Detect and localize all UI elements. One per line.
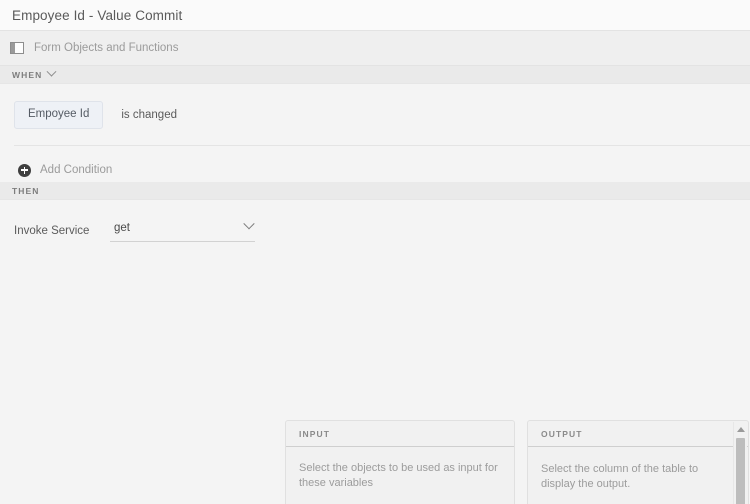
then-section-header: THEN bbox=[0, 182, 750, 200]
output-panel-scroll-area: Select the column of the table to displa… bbox=[528, 448, 733, 504]
invoke-service-value: get bbox=[114, 222, 130, 234]
when-operator-text: is changed bbox=[121, 109, 177, 121]
input-panel: INPUT Select the objects to be used as i… bbox=[285, 420, 515, 504]
then-section-body: Invoke Service get INPUT Select the obje… bbox=[0, 200, 750, 496]
when-label: WHEN bbox=[12, 70, 42, 80]
input-panel-body: Select the objects to be used as input f… bbox=[286, 447, 514, 504]
then-label: THEN bbox=[12, 186, 40, 196]
scrollbar-thumb[interactable] bbox=[736, 438, 745, 504]
output-panel-title: OUTPUT bbox=[541, 429, 583, 439]
scroll-up-arrow[interactable] bbox=[734, 422, 747, 436]
output-panel-body: Select the column of the table to displa… bbox=[528, 448, 733, 504]
chevron-down-icon bbox=[243, 218, 254, 229]
output-panel-scrollbar[interactable] bbox=[733, 422, 747, 504]
form-objects-and-functions-label[interactable]: Form Objects and Functions bbox=[34, 42, 178, 54]
input-panel-header: INPUT bbox=[286, 421, 514, 447]
invoke-service-label: Invoke Service bbox=[14, 222, 110, 237]
when-section-header[interactable]: WHEN bbox=[0, 66, 750, 84]
add-condition-label: Add Condition bbox=[40, 164, 112, 176]
output-panel-description: Select the column of the table to displa… bbox=[541, 462, 720, 493]
input-panel-description: Select the objects to be used as input f… bbox=[299, 461, 501, 492]
input-panel-title: INPUT bbox=[299, 429, 330, 439]
add-condition-button[interactable]: Add Condition bbox=[0, 146, 750, 182]
toolbar: Form Objects and Functions bbox=[0, 30, 750, 66]
page-title: Empoyee Id - Value Commit bbox=[12, 8, 182, 23]
panel-layout-icon[interactable] bbox=[10, 42, 24, 54]
invoke-service-row: Invoke Service get bbox=[0, 200, 750, 242]
output-panel-header: OUTPUT bbox=[528, 421, 748, 447]
triangle-up-icon bbox=[737, 427, 745, 432]
title-bar: Empoyee Id - Value Commit bbox=[0, 0, 750, 30]
plus-circle-icon bbox=[18, 164, 31, 177]
output-panel: OUTPUT Select the column of the table to… bbox=[527, 420, 749, 504]
when-section-body: Empoyee Id is changed bbox=[0, 84, 750, 132]
invoke-service-select[interactable]: get bbox=[110, 222, 255, 242]
chevron-down-icon[interactable] bbox=[47, 67, 57, 77]
when-object-chip[interactable]: Empoyee Id bbox=[14, 101, 103, 129]
